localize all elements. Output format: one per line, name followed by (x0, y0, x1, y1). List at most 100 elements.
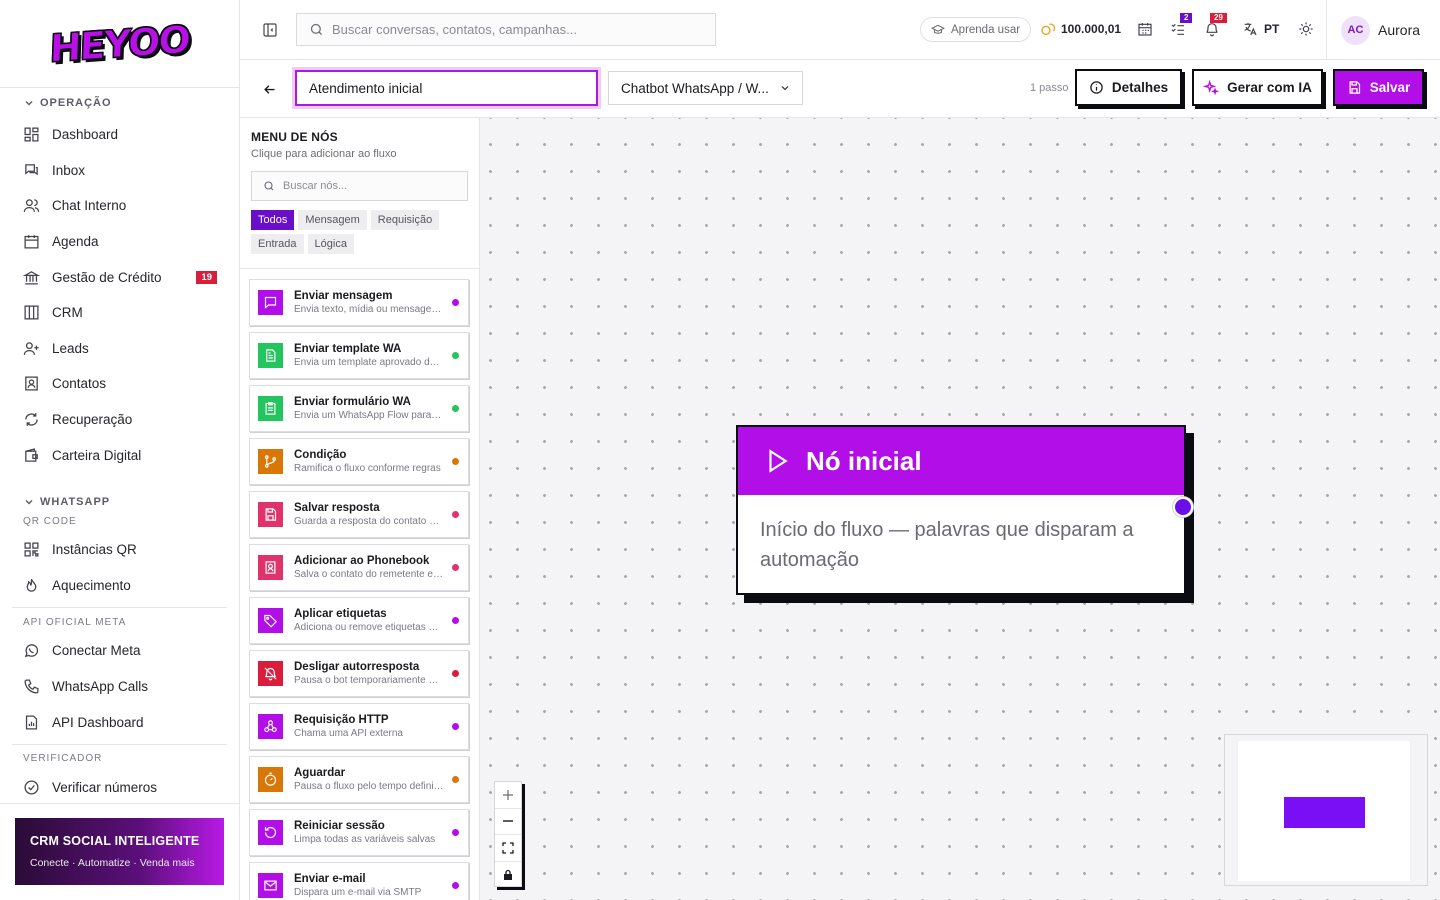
zoom-in-button[interactable] (495, 782, 521, 809)
global-search-input[interactable]: Buscar conversas, contatos, campanhas... (296, 13, 716, 46)
node-title: Condição (294, 449, 347, 461)
details-button[interactable]: Detalhes (1075, 69, 1182, 106)
sidebar-item-aquecimento[interactable]: Aquecimento (0, 568, 239, 604)
sidebar-item-dashboard[interactable]: Dashboard (0, 117, 239, 153)
notifications-button[interactable]: 29 (1204, 13, 1227, 37)
tasks-button[interactable]: 2 (1170, 13, 1193, 37)
credits-balance[interactable]: 100.000,01 (1040, 21, 1121, 37)
clipboard-icon (265, 402, 276, 415)
fullscreen-icon (502, 842, 514, 854)
language-selector[interactable]: PT (1242, 21, 1279, 37)
brand-logo[interactable]: HEYOO (49, 16, 191, 71)
sidebar-item-recuperacao[interactable]: Recuperação (0, 402, 239, 438)
sidebar-toggle-icon (263, 23, 277, 37)
info-icon (1090, 81, 1103, 94)
generate-ai-button[interactable]: Gerar com IA (1192, 69, 1323, 106)
node-palette-item[interactable]: Enviar mensagem Envia texto, mídia ou men… (249, 279, 469, 326)
sidebar-item-crm[interactable]: CRM (0, 295, 239, 331)
learn-button[interactable]: Aprenda usar (920, 17, 1032, 42)
save-icon (265, 508, 277, 521)
node-palette-item[interactable]: Aplicar etiquetas Adiciona ou remove etiq… (249, 597, 469, 644)
calendar-button[interactable] (1137, 21, 1153, 37)
sidebar-item-gestao-credito[interactable]: Gestão de Crédito 19 (0, 259, 239, 295)
minimap-start-node (1284, 797, 1365, 828)
node-palette-item[interactable]: Adicionar ao Phonebook Salva o contato do… (249, 544, 469, 591)
node-description: Limpa todas as variáveis salvas (294, 834, 436, 845)
node-palette-item[interactable]: Enviar template WA Envia um template apro… (249, 332, 469, 379)
sidebar-item-agenda[interactable]: Agenda (0, 224, 239, 260)
user-menu[interactable]: AC Aurora (1326, 0, 1420, 60)
sidebar-item-inbox[interactable]: Inbox (0, 153, 239, 189)
sidebar-item-leads[interactable]: Leads (0, 331, 239, 367)
section-operacao[interactable]: OPERAÇÃO (0, 89, 239, 117)
sidebar-item-verificar-numeros[interactable]: Verificar números (0, 770, 239, 804)
node-palette-item[interactable]: Requisição HTTP Chama uma API externa (249, 703, 469, 750)
sidebar-divider (12, 607, 227, 609)
phone-icon (24, 679, 39, 694)
promo-banner[interactable]: CRM SOCIAL INTELIGENTE Conecte · Automat… (15, 818, 224, 885)
user-name: Aurora (1378, 22, 1421, 38)
node-icon-box (258, 608, 283, 633)
back-button[interactable] (262, 82, 277, 97)
zoom-out-button[interactable] (495, 809, 521, 835)
subsection-qr-code: QR CODE (23, 516, 77, 528)
sidebar-item-api-dashboard[interactable]: API Dashboard (0, 704, 239, 740)
node-icon-box (258, 290, 283, 315)
qr-icon (24, 542, 39, 557)
lock-canvas-button[interactable] (495, 862, 521, 889)
promo-subtitle: Conecte · Automatize · Venda mais (30, 857, 195, 869)
save-icon (1349, 81, 1360, 94)
node-icon-box (258, 396, 283, 421)
node-search-input[interactable]: Buscar nós... (251, 171, 468, 201)
sidebar-item-whatsapp-calls[interactable]: WhatsApp Calls (0, 669, 239, 705)
node-title: Enviar mensagem (294, 290, 393, 302)
sun-icon (1299, 22, 1313, 36)
node-icon-box (258, 767, 283, 792)
node-icon-box (258, 661, 283, 686)
timer-icon (264, 772, 277, 786)
node-palette-item[interactable]: Reiniciar sessão Limpa todas as variáveis… (249, 809, 469, 856)
filter-mensagem[interactable]: Mensagem (298, 210, 367, 230)
branch-icon (264, 455, 277, 468)
minimap[interactable] (1224, 734, 1428, 886)
filter-todos[interactable]: Todos (251, 210, 295, 230)
save-button[interactable]: Salvar (1333, 69, 1424, 106)
node-palette-item[interactable]: Enviar e-mail Dispara um e-mail via SMTP (249, 862, 469, 900)
sidebar-item-carteira[interactable]: Carteira Digital (0, 437, 239, 473)
avatar: AC (1341, 15, 1370, 45)
filter-entrada[interactable]: Entrada (251, 234, 304, 254)
section-whatsapp[interactable]: WHATSAPP (0, 488, 239, 516)
start-node[interactable]: Nó inicial Início do fluxo — palavras qu… (736, 425, 1186, 595)
flow-name-input[interactable]: Atendimento inicial (295, 70, 598, 106)
node-description: Envia um WhatsApp Flow para c... (294, 410, 444, 421)
tasks-badge: 2 (1180, 13, 1193, 23)
node-palette-item[interactable]: Salvar resposta Guarda a resposta do cont… (249, 491, 469, 538)
collapse-sidebar-button[interactable] (262, 22, 278, 38)
flow-type-select[interactable]: Chatbot WhatsApp / W... (608, 71, 803, 105)
node-palette-item[interactable]: Desligar autorresposta Pausa o bot tempor… (249, 650, 469, 697)
node-palette-item[interactable]: Enviar formulário WA Envia um WhatsApp Fl… (249, 385, 469, 432)
sidebar-item-contatos[interactable]: Contatos (0, 366, 239, 402)
flow-canvas[interactable]: Nó inicial Início do fluxo — palavras qu… (480, 118, 1440, 900)
node-title: Adicionar ao Phonebook (294, 555, 430, 567)
filter-logica[interactable]: Lógica (307, 234, 354, 254)
sidebar-divider (12, 743, 227, 745)
node-description: Dispara um e-mail via SMTP (294, 887, 422, 898)
fit-view-button[interactable] (495, 835, 521, 862)
mail-icon (264, 880, 277, 891)
sidebar-item-conectar-meta[interactable]: Conectar Meta (0, 633, 239, 669)
sidebar-footer-divider (0, 803, 239, 804)
sidebar-item-chat-interno[interactable]: Chat Interno (0, 188, 239, 224)
start-node-output-handle[interactable] (1173, 497, 1193, 517)
node-list: Enviar mensagem Envia texto, mídia ou men… (240, 268, 479, 900)
node-description: Guarda a resposta do contato nu... (294, 516, 444, 527)
node-title: Aguardar (294, 767, 346, 779)
node-palette-item[interactable]: Condição Ramifica o fluxo conforme regras (249, 438, 469, 485)
node-palette-item[interactable]: Aguardar Pausa o fluxo pelo tempo definid… (249, 756, 469, 803)
sidebar: HEYOO OPERAÇÃO Dashboard Inbox Chat Inte… (0, 0, 240, 900)
flame-icon (26, 578, 37, 592)
filter-requisicao[interactable]: Requisição (370, 210, 440, 230)
sidebar-item-instancias-qr[interactable]: Instâncias QR (0, 532, 239, 568)
node-category-dot (452, 299, 459, 306)
theme-toggle-button[interactable] (1298, 21, 1314, 37)
